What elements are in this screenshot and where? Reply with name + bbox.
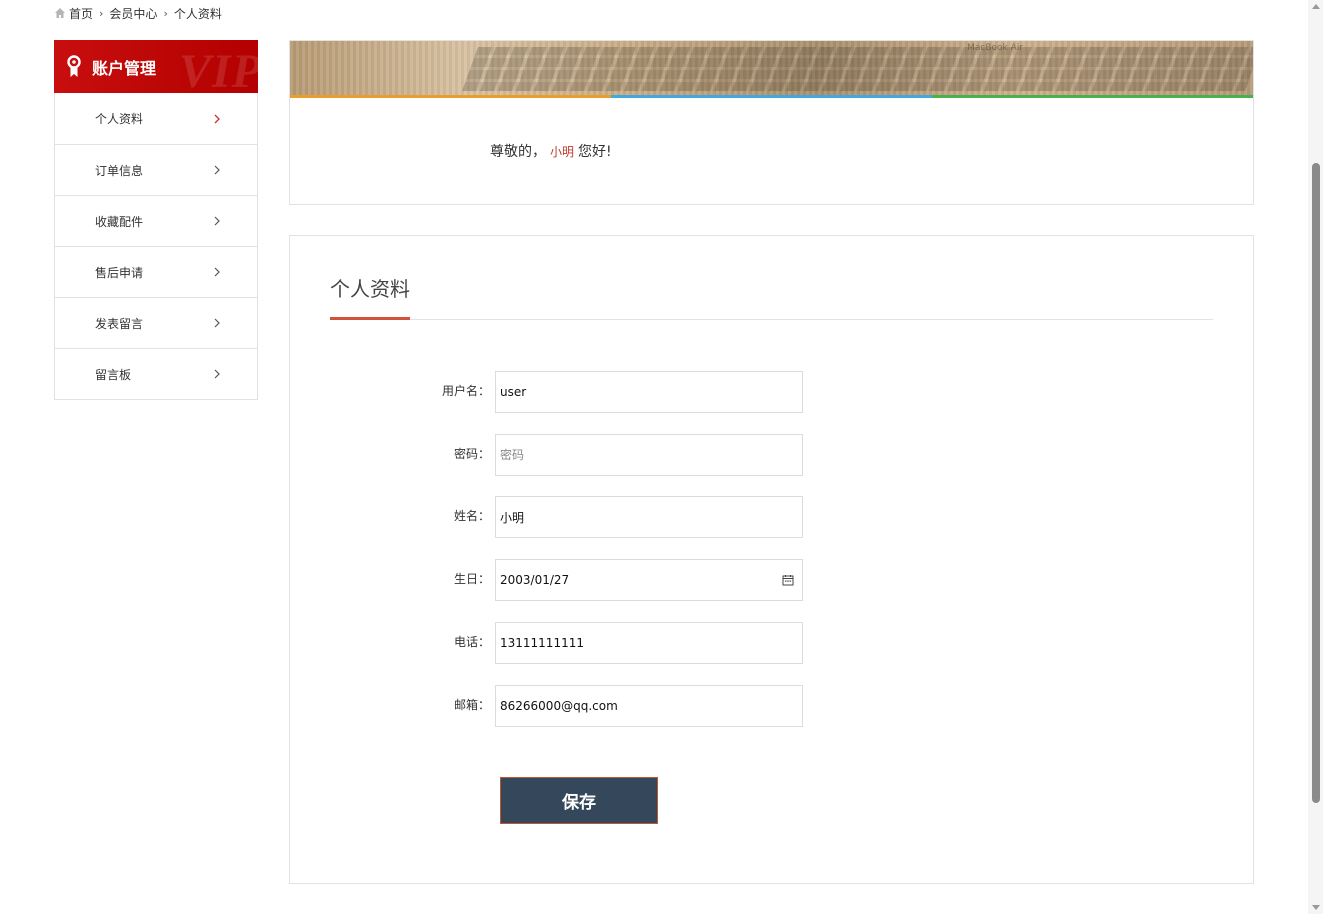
color-bar <box>290 95 1253 98</box>
sidebar-item-label: 订单信息 <box>95 163 144 178</box>
title-underline <box>330 317 410 320</box>
form-row-username: 用户名： <box>290 371 890 413</box>
sidebar-item-post-message[interactable]: 发表留言 <box>55 297 257 348</box>
banner-caption: MacBook Air <box>967 43 1023 53</box>
scroll-down-icon[interactable] <box>1312 905 1320 910</box>
form-row-birthday: 生日： <box>290 559 890 601</box>
name-field[interactable] <box>500 510 794 524</box>
save-button[interactable]: 保存 <box>500 777 658 824</box>
sidebar-item-label: 发表留言 <box>95 316 144 331</box>
name-field-box <box>495 496 803 538</box>
color-bar-segment <box>932 95 1253 98</box>
form-row-password: 密码： <box>290 434 890 476</box>
sidebar: VIP 账户管理 个人资料 订单信息 收藏配件 售后申请 发表留言 留言板 <box>54 40 258 400</box>
username-field[interactable] <box>500 385 794 399</box>
sidebar-title: 账户管理 <box>92 58 157 78</box>
keyboard-graphic <box>461 47 1253 91</box>
phone-field-box <box>495 622 803 664</box>
scrollbar-thumb[interactable] <box>1312 163 1320 803</box>
chevron-right-icon: › <box>163 6 168 20</box>
color-bar-segment <box>290 95 611 98</box>
username-label: 用户名： <box>441 384 490 398</box>
page-title: 个人资料 <box>330 277 410 301</box>
chevron-right-icon <box>214 369 220 379</box>
welcome-panel: MacBook Air 尊敬的， 小明 您好! <box>289 40 1254 205</box>
divider <box>330 319 1213 320</box>
chevron-right-icon <box>214 165 220 175</box>
home-icon <box>55 8 65 18</box>
sidebar-item-profile[interactable]: 个人资料 <box>55 93 257 144</box>
form-row-name: 姓名： <box>290 496 890 538</box>
sidebar-item-label: 个人资料 <box>95 112 144 126</box>
email-field[interactable] <box>500 699 794 713</box>
chevron-right-icon <box>214 267 220 277</box>
vip-watermark: VIP <box>178 45 258 93</box>
calendar-icon[interactable] <box>782 574 794 586</box>
sidebar-item-label: 留言板 <box>95 367 132 382</box>
breadcrumb-home[interactable]: 首页 <box>69 5 93 22</box>
award-icon <box>67 54 81 77</box>
sidebar-menu: 个人资料 订单信息 收藏配件 售后申请 发表留言 留言板 <box>54 93 258 400</box>
sidebar-item-message-board[interactable]: 留言板 <box>55 348 257 399</box>
banner-image: MacBook Air <box>290 41 1253 95</box>
user-name: 小明 <box>550 145 575 159</box>
sidebar-item-label: 收藏配件 <box>95 214 144 229</box>
birthday-field-box <box>495 559 803 601</box>
greeting-suffix: 您好! <box>578 144 612 160</box>
breadcrumb: 首页 › 会员中心 › 个人资料 <box>54 4 222 22</box>
password-field[interactable] <box>500 448 794 462</box>
color-bar-segment <box>611 95 932 98</box>
phone-label: 电话： <box>453 635 490 649</box>
chevron-right-icon <box>214 318 220 328</box>
birthday-field[interactable] <box>500 573 782 587</box>
chevron-right-icon: › <box>99 6 104 20</box>
scroll-up-icon[interactable] <box>1312 4 1320 9</box>
password-field-box <box>495 434 803 476</box>
sidebar-item-orders[interactable]: 订单信息 <box>55 144 257 195</box>
birthday-label: 生日： <box>453 572 490 586</box>
profile-panel: 个人资料 用户名： 密码： 姓名： 生日： <box>289 235 1254 884</box>
breadcrumb-member-center[interactable]: 会员中心 <box>109 5 157 22</box>
email-field-box <box>495 685 803 727</box>
sidebar-item-after-sales[interactable]: 售后申请 <box>55 246 257 297</box>
breadcrumb-current: 个人资料 <box>173 6 222 21</box>
phone-field[interactable] <box>500 636 794 650</box>
chevron-right-icon <box>214 114 220 123</box>
greeting-text: 尊敬的， 小明 您好! <box>490 141 612 161</box>
email-label: 邮箱： <box>453 698 490 712</box>
password-label: 密码： <box>453 447 490 461</box>
greeting-prefix: 尊敬的， <box>490 144 546 160</box>
form-row-phone: 电话： <box>290 622 890 664</box>
name-label: 姓名： <box>453 509 490 523</box>
page-scrollbar[interactable] <box>1308 0 1323 914</box>
sidebar-item-label: 售后申请 <box>95 265 144 280</box>
sidebar-item-favorites[interactable]: 收藏配件 <box>55 195 257 246</box>
form-row-email: 邮箱： <box>290 685 890 727</box>
username-field-box <box>495 371 803 413</box>
chevron-right-icon <box>214 216 220 226</box>
sidebar-header: VIP 账户管理 <box>54 40 258 93</box>
